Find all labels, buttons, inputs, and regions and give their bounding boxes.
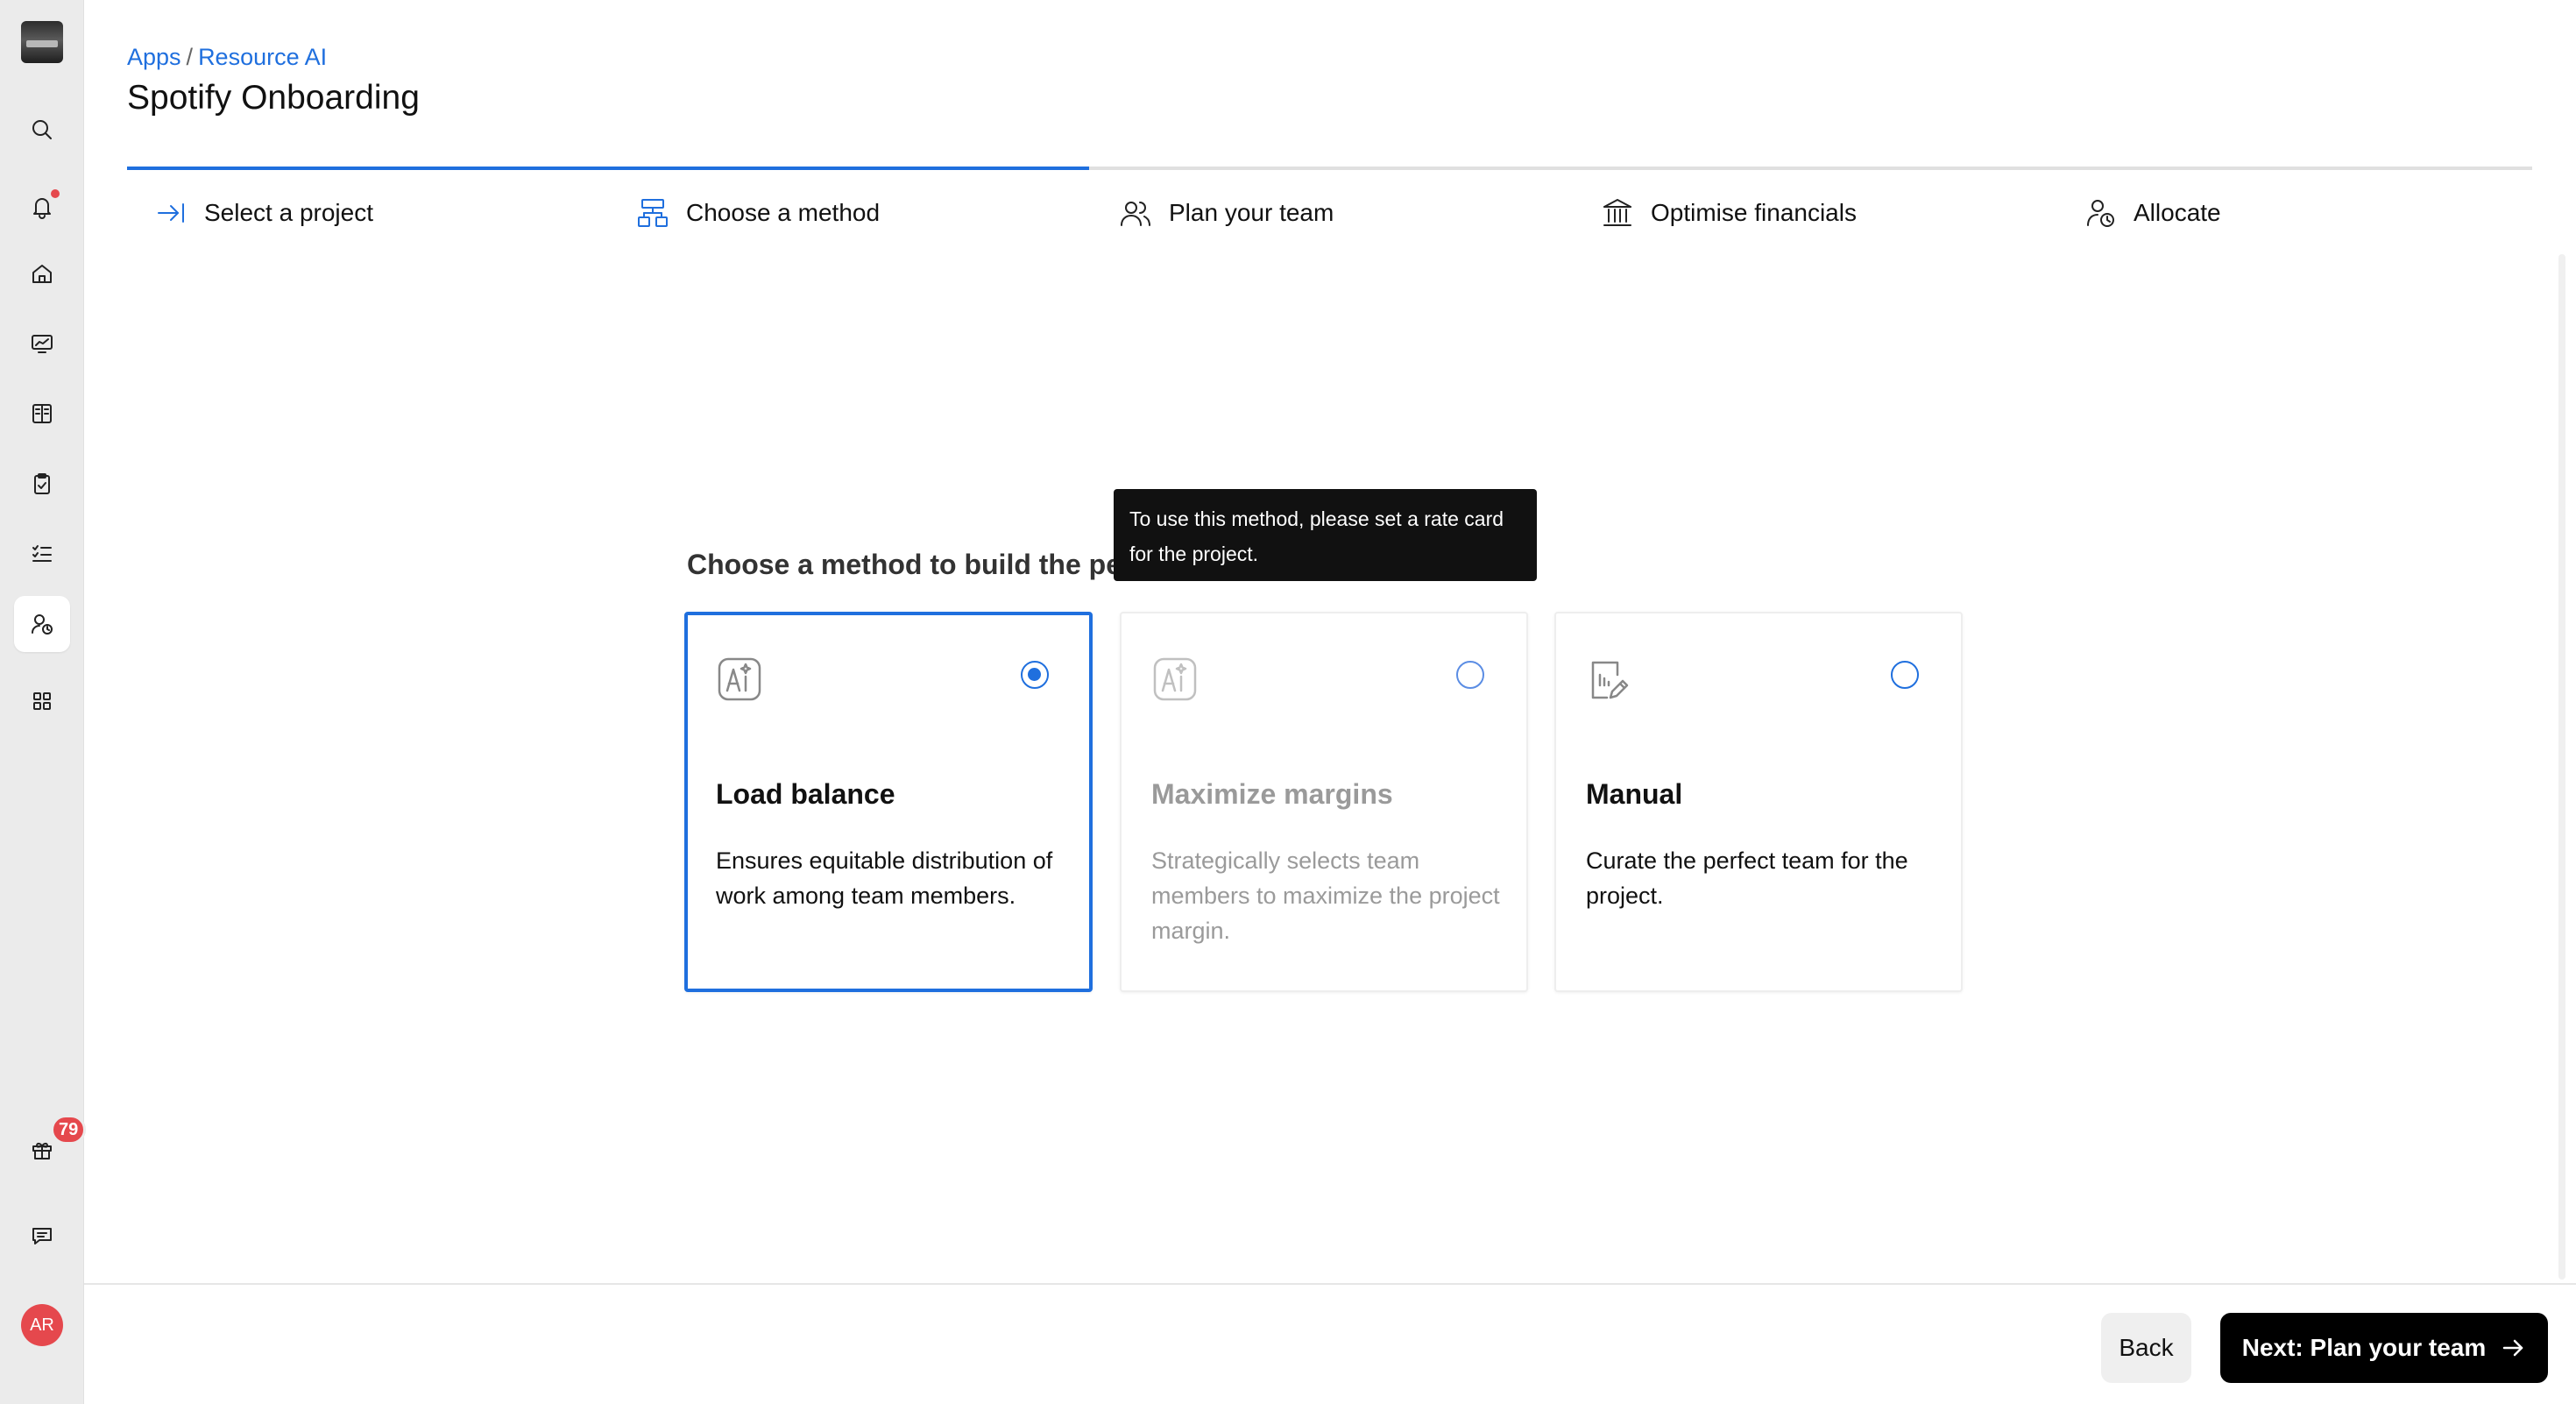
- user-avatar[interactable]: AR: [21, 1304, 63, 1346]
- arrow-right-icon: [2503, 1339, 2523, 1357]
- task-list-icon[interactable]: [14, 526, 70, 582]
- step-plan-team[interactable]: Plan your team: [1118, 193, 1334, 233]
- arrow-to-line-icon: [158, 203, 184, 223]
- bell-icon[interactable]: [14, 179, 70, 235]
- breadcrumb-resource-ai-link[interactable]: Resource AI: [198, 44, 327, 70]
- step-allocate[interactable]: Allocate: [2083, 193, 2221, 233]
- chat-icon[interactable]: [14, 1208, 70, 1264]
- step-label: Allocate: [2134, 199, 2221, 226]
- app-logo[interactable]: [21, 21, 63, 63]
- clipboard-check-icon[interactable]: [14, 456, 70, 512]
- user-clock-icon[interactable]: [14, 596, 70, 652]
- notification-dot: [51, 189, 60, 198]
- hierarchy-icon: [638, 199, 668, 227]
- method-card-maximize-margins[interactable]: Maximize margins Strategically selects t…: [1120, 612, 1528, 992]
- rate-card-tooltip: To use this method, please set a rate ca…: [1114, 489, 1537, 581]
- user-clock-icon: [2087, 200, 2114, 227]
- stepper-progress-fill: [127, 167, 1089, 170]
- method-card-load-balance[interactable]: Load balance Ensures equitable distribut…: [684, 612, 1093, 992]
- ai-icon: [716, 656, 763, 703]
- apps-icon[interactable]: [14, 673, 70, 729]
- breadcrumb: Apps / Resource AI: [127, 44, 327, 71]
- method-radio[interactable]: [1891, 661, 1919, 689]
- book-icon[interactable]: [14, 386, 70, 442]
- step-label: Plan your team: [1169, 199, 1334, 226]
- users-icon: [1121, 202, 1150, 226]
- next-button[interactable]: Next: Plan your team: [2220, 1313, 2548, 1383]
- step-label: Select a project: [204, 199, 373, 226]
- step-optimise-financials[interactable]: Optimise financials: [1600, 193, 1857, 233]
- step-label: Choose a method: [686, 199, 881, 226]
- method-card-description: Ensures equitable distribution of work a…: [716, 847, 1053, 909]
- back-button[interactable]: Back: [2101, 1313, 2191, 1383]
- method-heading: Choose a method to build the pe: [687, 549, 1122, 580]
- step-choose-method[interactable]: Choose a method: [635, 193, 880, 233]
- method-card-description: Curate the perfect team for the project.: [1586, 847, 1908, 909]
- method-card-title: Maximize margins: [1151, 778, 1393, 810]
- next-button-label: Next: Plan your team: [2241, 1334, 2487, 1361]
- scrollbar[interactable]: [2558, 254, 2565, 1280]
- monitor-chart-icon[interactable]: [14, 316, 70, 372]
- ai-icon: [1151, 656, 1199, 703]
- notification-count-badge: 79: [51, 1115, 87, 1145]
- step-select-project[interactable]: Select a project: [153, 193, 373, 233]
- method-card-manual[interactable]: Manual Curate the perfect team for the p…: [1554, 612, 1963, 992]
- footer-divider: [84, 1283, 2576, 1285]
- method-radio[interactable]: [1021, 661, 1049, 689]
- step-label: Optimise financials: [1651, 199, 1857, 226]
- breadcrumb-apps-link[interactable]: Apps: [127, 44, 181, 70]
- method-radio[interactable]: [1456, 661, 1484, 689]
- method-card-title: Manual: [1586, 778, 1683, 810]
- search-icon[interactable]: [14, 102, 70, 158]
- method-card-description: Strategically selects team members to ma…: [1151, 847, 1500, 944]
- home-icon[interactable]: [14, 245, 70, 301]
- page-title: Spotify Onboarding: [127, 79, 420, 117]
- bank-icon: [1603, 199, 1631, 226]
- document-edit-icon: [1586, 656, 1633, 703]
- method-card-title: Load balance: [716, 778, 895, 810]
- sidebar: 79 AR: [0, 0, 87, 1404]
- breadcrumb-separator: /: [186, 44, 194, 70]
